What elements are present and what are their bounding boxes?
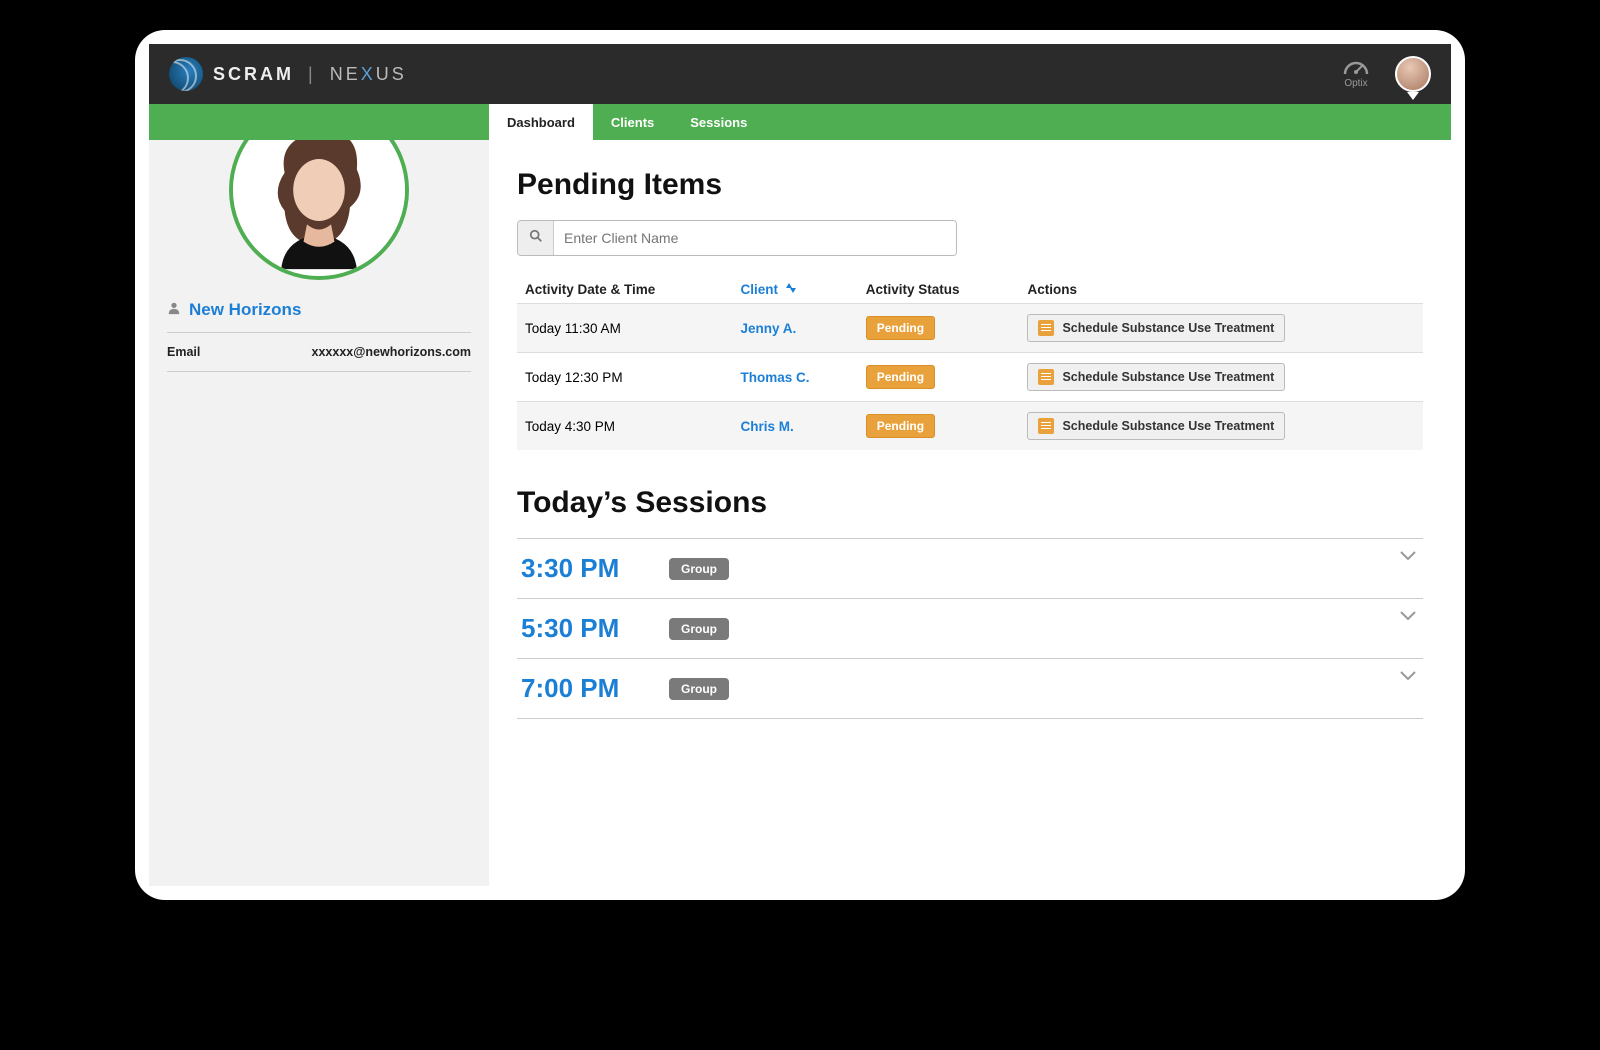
body: New Horizons Email xxxxxx@newhorizons.co… <box>149 140 1451 886</box>
table-row: Today 4:30 PM Chris M. Pending Schedule Sub… <box>517 402 1423 451</box>
email-label: Email <box>167 345 200 359</box>
tab-sessions[interactable]: Sessions <box>672 104 765 140</box>
status-badge: Pending <box>866 414 935 438</box>
brand-scram: SCRAM <box>213 64 294 84</box>
cell-datetime: Today 12:30 PM <box>517 353 733 402</box>
status-badge: Pending <box>866 365 935 389</box>
action-label: Schedule Substance Use Treatment <box>1062 321 1274 335</box>
org-name-link[interactable]: New Horizons <box>189 300 301 320</box>
tab-dashboard[interactable]: Dashboard <box>489 104 593 140</box>
calendar-icon <box>1038 320 1054 336</box>
schedule-treatment-button[interactable]: Schedule Substance Use Treatment <box>1027 314 1285 342</box>
avatar-pin-icon <box>1407 92 1419 100</box>
col-datetime[interactable]: Activity Date & Time <box>517 276 733 304</box>
session-row[interactable]: 7:00 PM Group <box>517 659 1423 719</box>
client-link[interactable]: Thomas C. <box>741 370 810 385</box>
brand-text: SCRAM | NEXUS <box>213 64 407 85</box>
calendar-icon <box>1038 369 1054 385</box>
client-link[interactable]: Chris M. <box>741 419 794 434</box>
avatar-icon <box>1395 56 1431 92</box>
schedule-treatment-button[interactable]: Schedule Substance Use Treatment <box>1027 412 1285 440</box>
device-frame: SCRAM | NEXUS Optix Dashboard Clients Se… <box>135 30 1465 900</box>
session-type-badge: Group <box>669 558 729 580</box>
session-type-badge: Group <box>669 678 729 700</box>
calendar-icon <box>1038 418 1054 434</box>
user-avatar-menu[interactable] <box>1395 56 1431 92</box>
topbar-right: Optix <box>1343 56 1431 92</box>
action-label: Schedule Substance Use Treatment <box>1062 419 1274 433</box>
search-input[interactable] <box>554 221 956 255</box>
search-button[interactable] <box>518 221 554 255</box>
session-time: 3:30 PM <box>521 553 651 584</box>
chevron-down-icon <box>1399 669 1417 687</box>
search-icon <box>529 229 543 248</box>
schedule-treatment-button[interactable]: Schedule Substance Use Treatment <box>1027 363 1285 391</box>
session-time: 7:00 PM <box>521 673 651 704</box>
table-row: Today 11:30 AM Jenny A. Pending Schedule Su… <box>517 304 1423 353</box>
scram-logo-icon <box>169 57 203 91</box>
cell-datetime: Today 11:30 AM <box>517 304 733 353</box>
cell-datetime: Today 4:30 PM <box>517 402 733 451</box>
col-client[interactable]: Client <box>733 276 858 304</box>
brand-nexus: NEXUS <box>330 64 407 84</box>
pending-items-title: Pending Items <box>517 168 1423 202</box>
profile-photo[interactable] <box>229 140 409 280</box>
session-type-badge: Group <box>669 618 729 640</box>
email-value: xxxxxx@newhorizons.com <box>312 345 471 359</box>
session-row[interactable]: 3:30 PM Group <box>517 539 1423 599</box>
session-row[interactable]: 5:30 PM Group <box>517 599 1423 659</box>
sort-icon <box>786 282 796 297</box>
pending-table: Activity Date & Time Client Activity Sta… <box>517 276 1423 450</box>
main-content: Pending Items Activity Date & Time Clien… <box>489 140 1451 886</box>
client-link[interactable]: Jenny A. <box>741 321 797 336</box>
navbar: Dashboard Clients Sessions <box>149 104 1451 140</box>
app-root: SCRAM | NEXUS Optix Dashboard Clients Se… <box>149 44 1451 886</box>
action-label: Schedule Substance Use Treatment <box>1062 370 1274 384</box>
brand-divider: | <box>308 64 316 84</box>
chevron-down-icon <box>1399 609 1417 627</box>
col-actions: Actions <box>1019 276 1423 304</box>
email-row: Email xxxxxx@newhorizons.com <box>167 333 471 372</box>
session-time: 5:30 PM <box>521 613 651 644</box>
brand-logo[interactable]: SCRAM | NEXUS <box>169 57 407 91</box>
optix-label: Optix <box>1344 78 1367 89</box>
todays-sessions-title: Today’s Sessions <box>517 486 1423 520</box>
session-list: 3:30 PM Group 5:30 PM Group 7:00 PM Group <box>517 538 1423 719</box>
status-badge: Pending <box>866 316 935 340</box>
gauge-icon <box>1343 60 1369 76</box>
user-icon <box>167 301 181 320</box>
sidebar: New Horizons Email xxxxxx@newhorizons.co… <box>149 140 489 886</box>
client-search <box>517 220 957 256</box>
chevron-down-icon <box>1399 549 1417 567</box>
table-row: Today 12:30 PM Thomas C. Pending Schedule S… <box>517 353 1423 402</box>
org-row: New Horizons <box>167 294 471 333</box>
optix-button[interactable]: Optix <box>1343 60 1369 89</box>
col-status[interactable]: Activity Status <box>858 276 1020 304</box>
tab-clients[interactable]: Clients <box>593 104 672 140</box>
topbar: SCRAM | NEXUS Optix <box>149 44 1451 104</box>
